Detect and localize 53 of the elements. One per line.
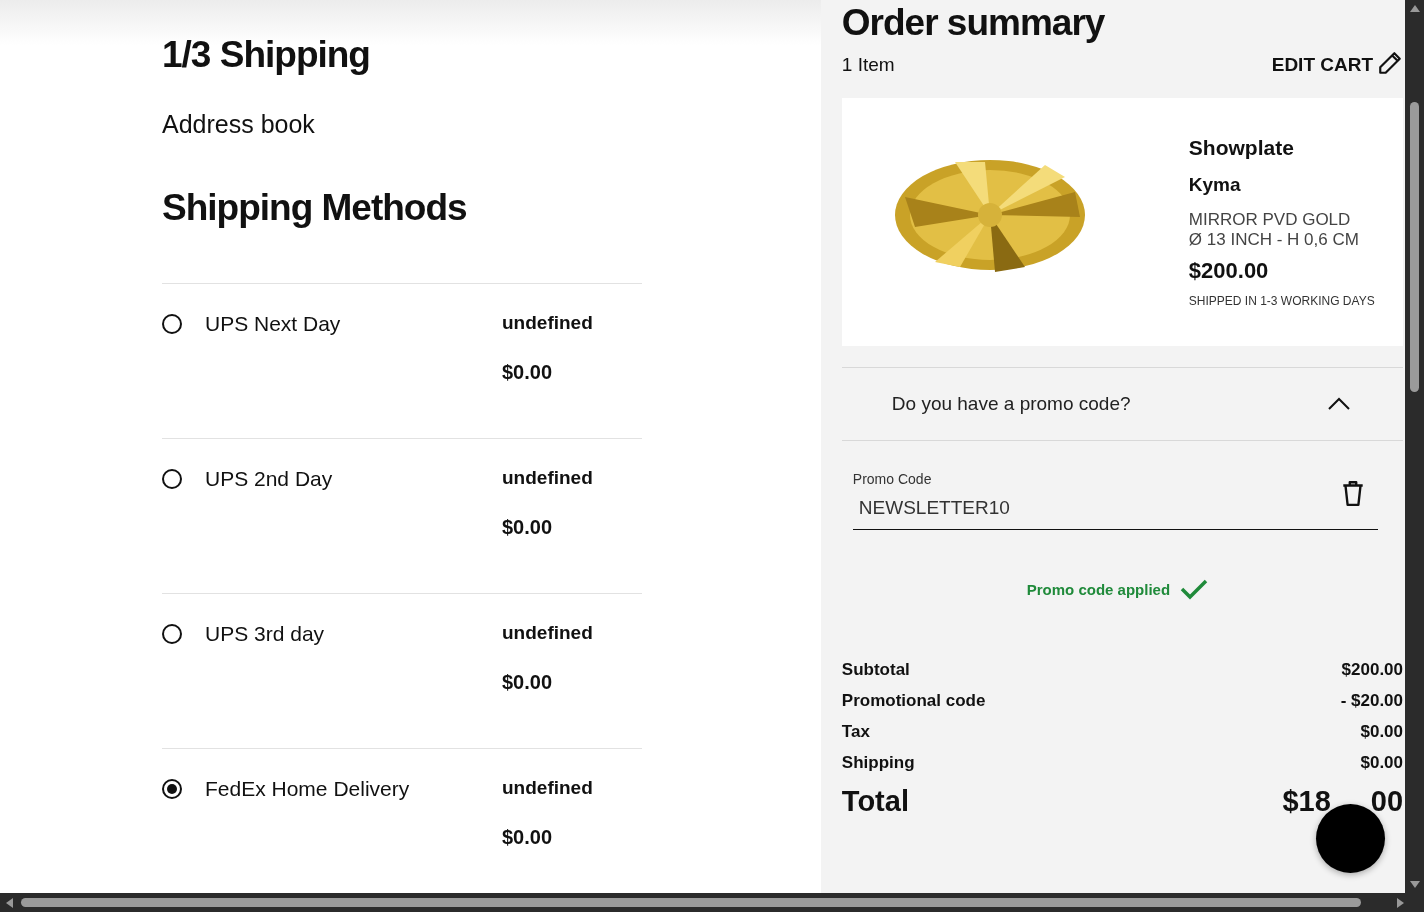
method-price: $0.00 xyxy=(502,671,554,694)
edit-cart-link[interactable]: EDIT CART xyxy=(1271,50,1404,76)
method-eta: undefined xyxy=(502,777,593,799)
shipping-methods-heading: Shipping Methods xyxy=(162,187,468,229)
total-value: $0.00 xyxy=(1360,752,1404,773)
total-label: Promotional code xyxy=(841,690,986,711)
scroll-up-arrow-icon[interactable] xyxy=(1409,4,1420,12)
radio-button[interactable] xyxy=(162,624,182,644)
total-value: $0.00 xyxy=(1360,721,1404,742)
total-value: - $20.00 xyxy=(1340,690,1404,711)
promo-accordion[interactable]: Do you have a promo code? xyxy=(841,367,1404,441)
grand-total-value: 00 xyxy=(1370,784,1404,818)
product-finish: MIRROR PVD GOLD xyxy=(1188,210,1352,230)
check-icon xyxy=(1180,578,1209,600)
method-eta: undefined xyxy=(502,312,593,334)
scroll-right-arrow-icon[interactable] xyxy=(1397,897,1405,908)
total-value: $200.00 xyxy=(1341,659,1404,680)
grand-total-label: Total xyxy=(841,784,909,818)
method-eta: undefined xyxy=(502,467,593,489)
product-name: Showplate xyxy=(1188,136,1295,160)
total-label: Tax xyxy=(841,721,870,742)
method-name: UPS Next Day xyxy=(205,312,342,336)
step-title: 1/3 Shipping xyxy=(162,34,371,76)
grand-total-value: $18 xyxy=(1282,784,1331,818)
scroll-left-arrow-icon[interactable] xyxy=(5,897,13,908)
order-summary-title: Order summary xyxy=(841,2,1106,44)
item-count: 1 Item xyxy=(841,54,895,76)
radio-button[interactable] xyxy=(162,314,182,334)
method-price: $0.00 xyxy=(502,516,554,539)
vertical-scrollbar[interactable] xyxy=(1405,0,1424,893)
product-collection: Kyma xyxy=(1188,174,1242,196)
product-size: Ø 13 INCH - H 0,6 CM xyxy=(1188,230,1360,250)
method-name: UPS 2nd Day xyxy=(205,467,334,491)
method-name: FedEx Home Delivery xyxy=(205,777,411,801)
promo-status: Promo code applied xyxy=(1026,580,1171,598)
pencil-icon xyxy=(1377,50,1404,76)
chevron-icon xyxy=(1327,397,1352,411)
horizontal-scrollbar[interactable] xyxy=(0,893,1424,912)
method-price: $0.00 xyxy=(502,826,554,849)
radio-button[interactable] xyxy=(162,779,182,799)
scroll-thumb[interactable] xyxy=(1410,102,1419,392)
radio-button[interactable] xyxy=(162,469,182,489)
shipping-note: SHIPPED IN 1-3 WORKING DAYS xyxy=(1188,294,1375,308)
scroll-thumb[interactable] xyxy=(21,898,1361,907)
product-price: $200.00 xyxy=(1188,258,1270,284)
total-label: Shipping xyxy=(841,752,915,773)
method-name: UPS 3rd day xyxy=(205,622,326,646)
method-price: $0.00 xyxy=(502,361,554,384)
total-label: Subtotal xyxy=(841,659,910,680)
promo-code-field[interactable]: Promo Code NEWSLETTER10 xyxy=(852,471,1379,530)
address-book-link[interactable]: Address book xyxy=(162,110,642,139)
scroll-down-arrow-icon[interactable] xyxy=(1409,881,1420,889)
method-eta: undefined xyxy=(502,622,593,644)
